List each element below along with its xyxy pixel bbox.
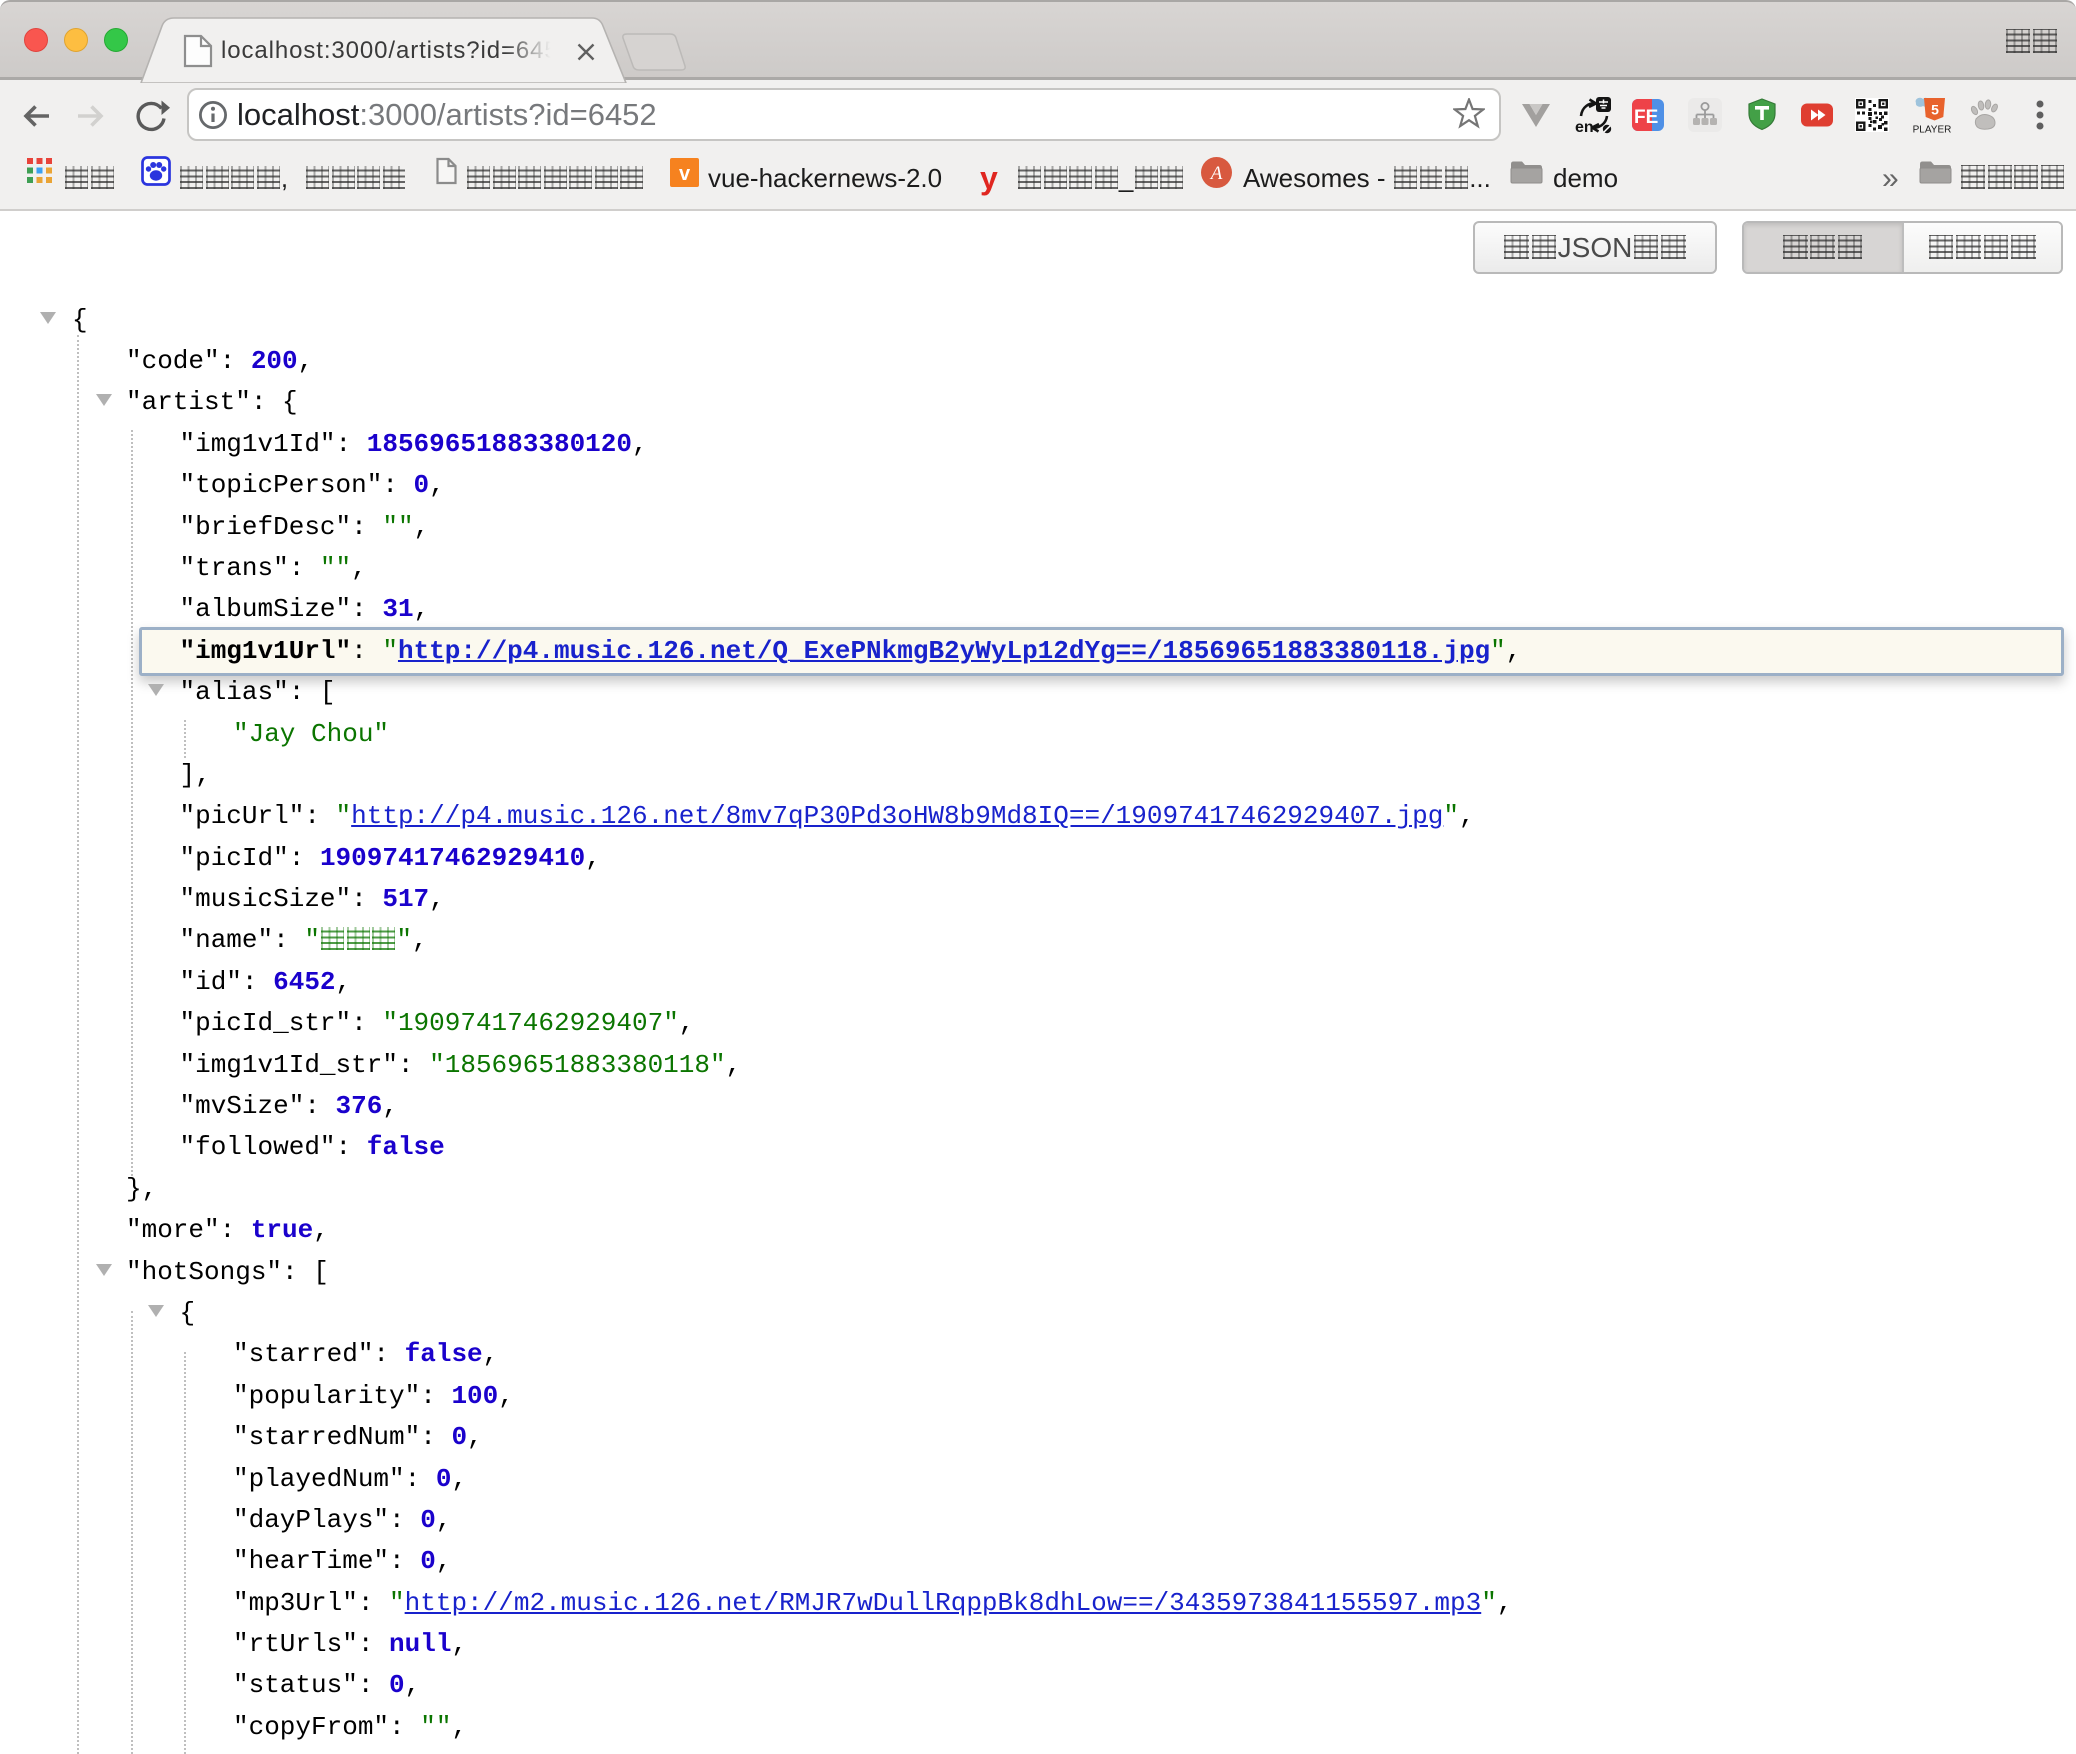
svg-text:v: v [679,163,691,185]
svg-text:5: 5 [1931,102,1939,118]
svg-text:PLAYER: PLAYER [1913,125,1952,136]
svg-text:FE: FE [1634,107,1658,128]
svg-text:A: A [1209,163,1223,184]
svg-text:en: en [1575,119,1594,134]
